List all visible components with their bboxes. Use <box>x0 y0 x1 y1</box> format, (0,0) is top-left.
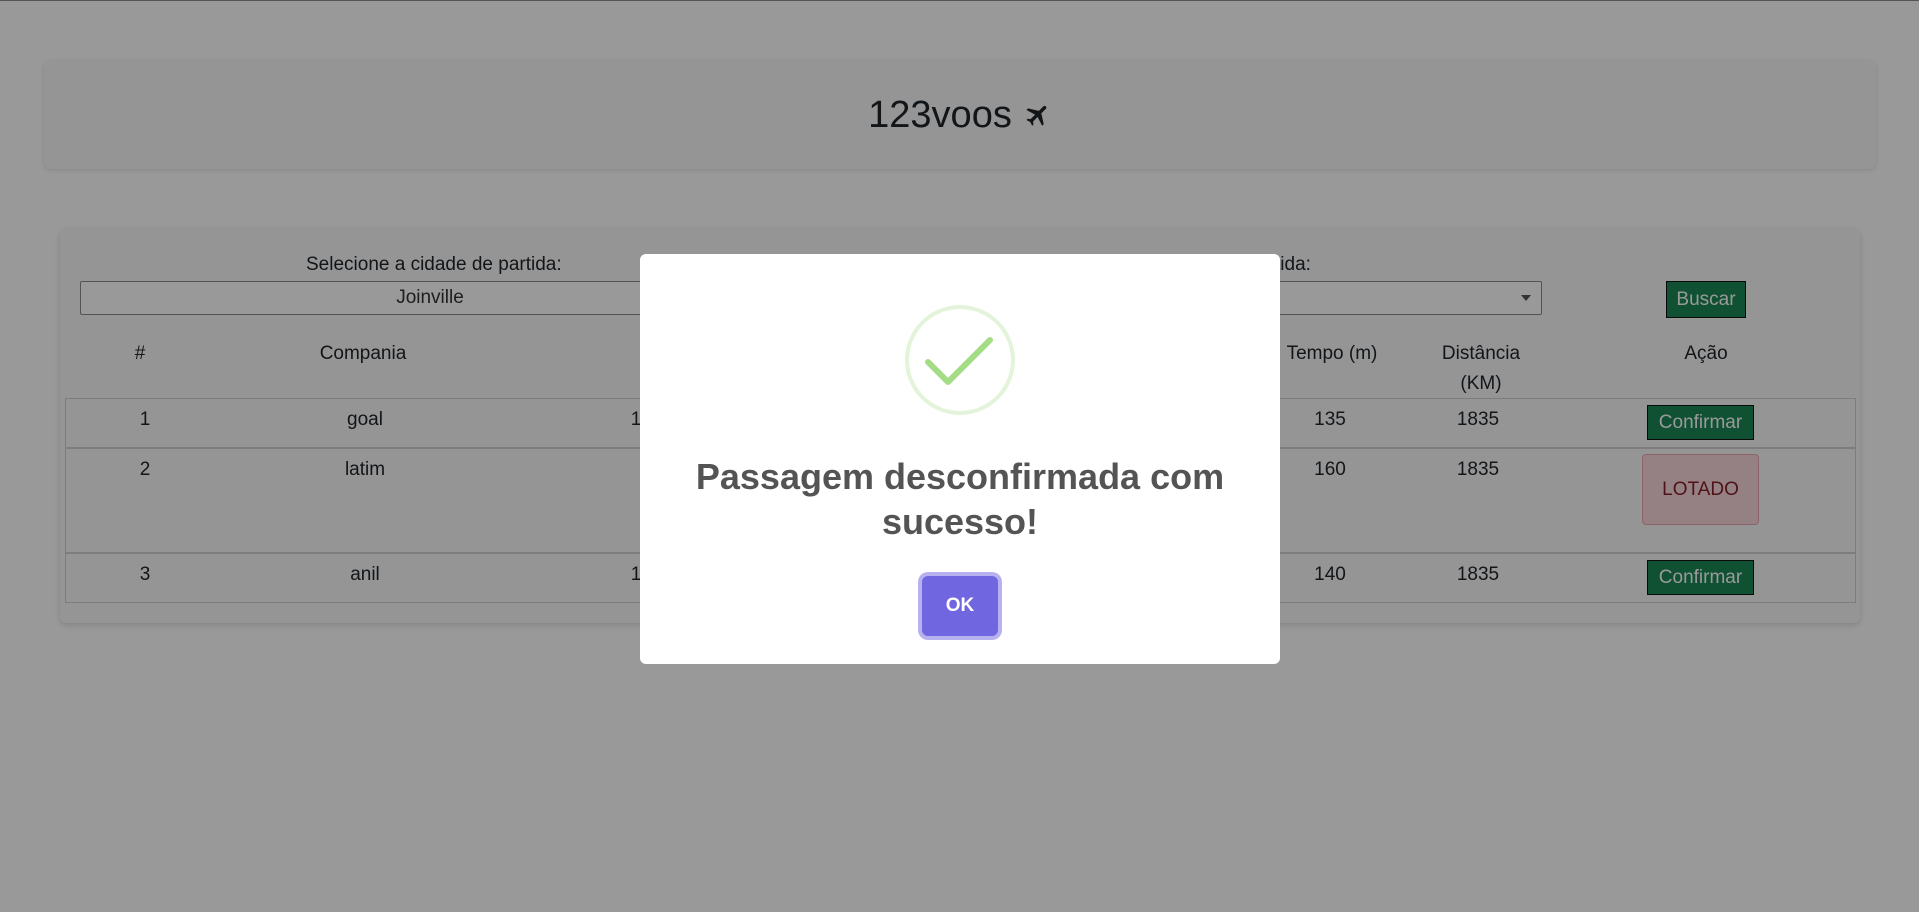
success-check-icon <box>905 305 1015 415</box>
ok-button[interactable]: OK <box>922 576 998 636</box>
success-dialog: Passagem desconfirmada com sucesso! OK <box>640 254 1280 664</box>
dialog-title: Passagem desconfirmada com sucesso! <box>695 456 1225 542</box>
